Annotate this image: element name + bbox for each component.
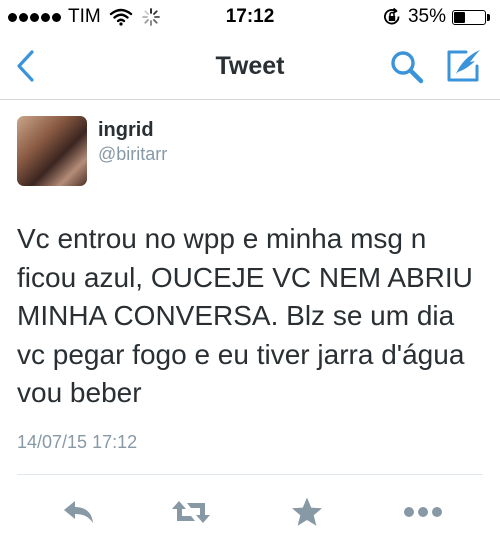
battery-area: 35% — [382, 6, 490, 28]
status-bar: TIM 17:12 35% — [0, 0, 500, 34]
avatar[interactable] — [17, 116, 87, 186]
navigation-bar: Tweet — [0, 34, 500, 100]
reply-button[interactable] — [53, 490, 103, 534]
author-name[interactable]: ingrid — [98, 119, 154, 142]
more-button[interactable] — [398, 490, 448, 534]
battery-level — [454, 11, 466, 23]
search-icon — [391, 51, 424, 84]
compose-button[interactable] — [444, 46, 486, 86]
favorite-button[interactable] — [282, 490, 332, 534]
compose-icon — [447, 50, 480, 82]
divider — [17, 474, 483, 475]
reply-icon — [64, 501, 93, 523]
battery-tip — [487, 13, 490, 21]
retweet-icon — [172, 501, 210, 523]
more-icon — [404, 507, 442, 517]
retweet-button[interactable] — [166, 490, 216, 534]
action-bar — [0, 490, 500, 534]
favorite-icon — [292, 497, 322, 526]
tweet-timestamp: 14/07/15 17:12 — [17, 432, 138, 452]
battery-icon — [452, 9, 486, 25]
author-handle[interactable]: @biritarr — [98, 144, 167, 165]
search-button[interactable] — [388, 48, 426, 86]
battery-percent: 35% — [407, 6, 446, 27]
rotation-lock-icon — [384, 7, 400, 25]
tweet-text: Vc entrou no wpp e minha msg n ficou azu… — [17, 223, 473, 408]
